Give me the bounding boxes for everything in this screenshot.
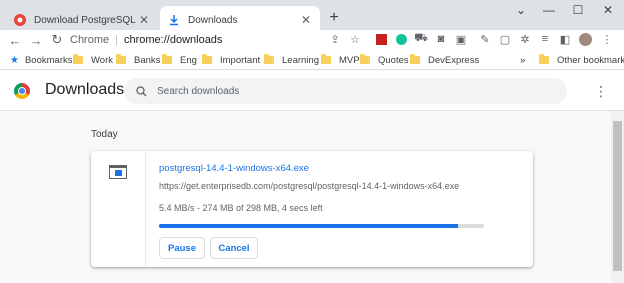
folder-icon (360, 54, 370, 64)
reading-list-icon[interactable]: ≡ (537, 31, 553, 47)
search-downloads-input[interactable]: Search downloads (124, 78, 567, 104)
bookmark-folder-work[interactable]: Work (73, 53, 113, 67)
site-label: Chrome (70, 34, 110, 46)
folder-icon (162, 54, 172, 64)
folder-icon (202, 54, 212, 64)
bookmark-folder-learning[interactable]: Learning (264, 53, 319, 67)
bookmarks-bar: ★ Bookmarks Work Banks Eng Important Lea… (0, 50, 624, 70)
maximize-button[interactable]: ☐ (563, 0, 593, 20)
side-panel-icon[interactable]: ◧ (557, 31, 573, 47)
search-placeholder: Search downloads (157, 85, 240, 97)
page-title: Downloads (45, 81, 125, 98)
download-status: 5.4 MB/s - 274 MB of 298 MB, 4 secs left (159, 203, 323, 213)
folder-label: DevExpress (428, 54, 480, 66)
bookmark-folder-banks[interactable]: Banks (116, 53, 160, 67)
scrollbar[interactable] (611, 111, 624, 283)
file-icon (109, 165, 127, 179)
back-button[interactable]: ← (6, 31, 24, 49)
overflow-label: » (520, 54, 526, 66)
folder-icon (539, 54, 549, 64)
folder-label: Eng (180, 54, 197, 66)
bookmarks-label: Bookmarks (24, 54, 73, 66)
more-actions-icon[interactable]: ⋮ (594, 83, 608, 99)
search-icon (136, 85, 147, 97)
folder-label: Other bookmarks (557, 54, 624, 66)
close-tab-icon[interactable]: ✕ (298, 12, 314, 28)
folder-label: Learning (282, 54, 319, 66)
scrollbar-thumb[interactable] (613, 121, 622, 271)
puzzle-icon[interactable]: ✲ (517, 31, 533, 47)
chevron-down-icon[interactable]: ⌄ (506, 0, 536, 20)
date-section-heading: Today (91, 129, 118, 140)
download-progress-bar (159, 224, 484, 228)
omnibox-separator: | (115, 34, 118, 46)
star-icon: ★ (10, 54, 19, 66)
eyedropper-icon[interactable]: ✎ (477, 31, 493, 47)
minimize-button[interactable]: — (534, 0, 564, 20)
chrome-logo-icon (14, 83, 30, 99)
folder-label: MVP (339, 54, 360, 66)
address-bar[interactable]: Chrome | chrome://downloads (70, 31, 370, 49)
folder-label: Important (220, 54, 261, 66)
menu-icon[interactable]: ⋮ (599, 31, 615, 47)
extension-square-icon[interactable]: ▢ (497, 31, 513, 47)
folder-icon (73, 54, 83, 64)
folder-icon (264, 54, 274, 64)
url-text: chrome://downloads (123, 34, 223, 46)
bookmarks-button[interactable]: ★ Bookmarks (10, 53, 72, 67)
folder-label: Work (91, 54, 113, 66)
forward-button[interactable]: → (27, 31, 45, 49)
download-filename-link[interactable]: postgresql-14.4-1-windows-x64.exe (159, 163, 309, 174)
bookmark-folder-quotes[interactable]: Quotes (360, 53, 409, 67)
pause-button[interactable]: Pause (159, 237, 205, 259)
bookmarks-overflow-button[interactable]: » (520, 53, 525, 67)
download-item: postgresql-14.4-1-windows-x64.exe https:… (91, 151, 533, 267)
bookmark-folder-mvp[interactable]: MVP (321, 53, 360, 67)
image-extension-icon[interactable]: ▣ (453, 31, 469, 47)
new-tab-button[interactable]: + (324, 8, 344, 28)
download-source-url: https://get.enterprisedb.com/postgresql/… (159, 181, 460, 191)
postgresql-favicon-icon (14, 14, 26, 26)
folder-label: Quotes (378, 54, 409, 66)
bookmark-folder-eng[interactable]: Eng (162, 53, 197, 67)
close-window-button[interactable]: ✕ (593, 0, 623, 20)
tab-title: Download PostgreSQL (34, 14, 136, 26)
other-bookmarks-folder[interactable]: Other bookmarks (539, 53, 624, 67)
extension-icon[interactable] (373, 31, 389, 47)
folder-icon (321, 54, 331, 64)
reload-button[interactable]: ↻ (48, 31, 66, 49)
cancel-button[interactable]: Cancel (210, 237, 258, 259)
tab-strip: Download PostgreSQL ✕ Downloads ✕ + ⌄ — … (0, 0, 624, 34)
tab-title: Downloads (188, 14, 238, 26)
bookmark-folder-devexpress[interactable]: DevExpress (410, 53, 479, 67)
progress-fill (159, 224, 458, 228)
bookmark-star-icon[interactable]: ☆ (347, 31, 363, 47)
folder-icon (116, 54, 126, 64)
folder-icon (410, 54, 420, 64)
bookmark-folder-important[interactable]: Important (202, 53, 260, 67)
avatar[interactable] (577, 31, 593, 47)
share-icon[interactable]: ⇪ (327, 31, 343, 47)
folder-label: Banks (134, 54, 161, 66)
downloads-header: Downloads Search downloads ⋮ (0, 71, 624, 111)
cart-icon[interactable]: ⛟ (413, 31, 429, 47)
camera-icon[interactable]: ◙ (433, 31, 449, 47)
download-icon (168, 14, 180, 26)
close-tab-icon[interactable]: ✕ (136, 12, 152, 28)
grammarly-icon[interactable] (393, 31, 409, 47)
card-divider (145, 151, 146, 267)
